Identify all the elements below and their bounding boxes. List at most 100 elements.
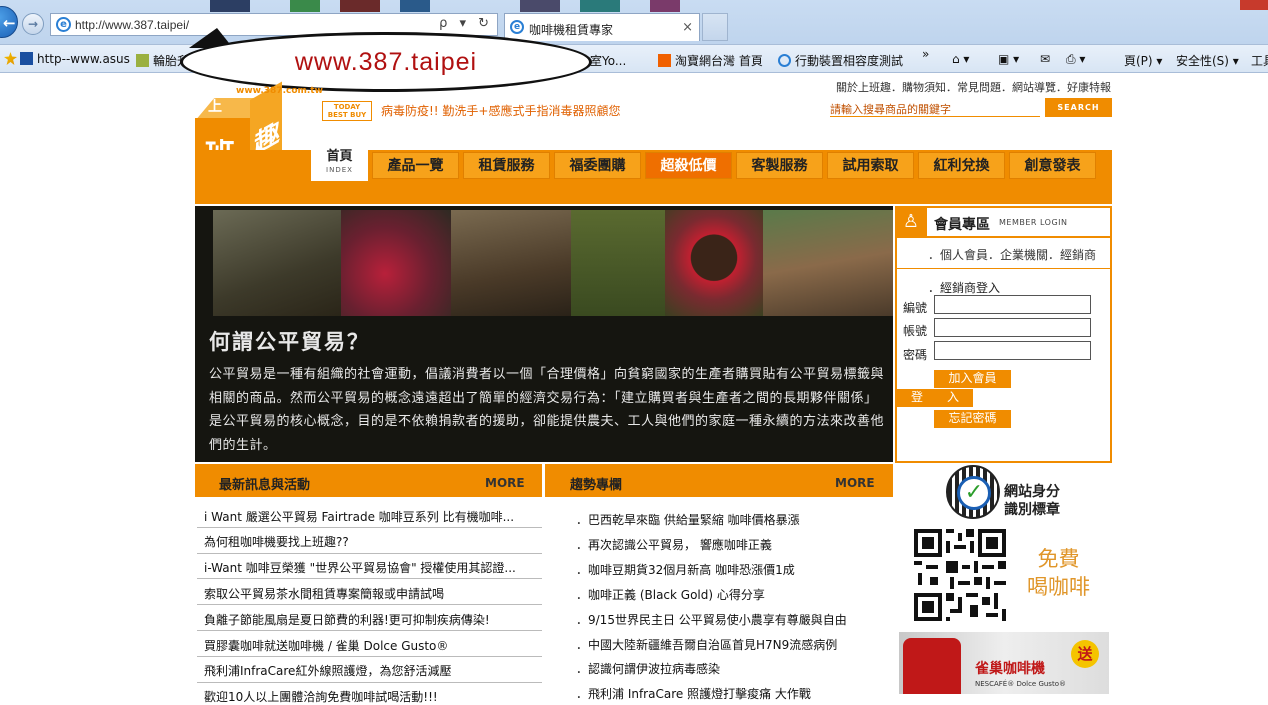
top-links[interactable]: 關於上班趣．購物須知．常見問題．網站導覽．好康特報	[836, 79, 1111, 95]
id-field[interactable]	[934, 295, 1091, 314]
news-item[interactable]: 買膠囊咖啡就送咖啡機 / 雀巢 Dolce Gusto®	[204, 637, 542, 654]
news-item[interactable]: 飛利浦InfraCare紅外線照護燈，為您舒活減壓	[204, 662, 542, 679]
nav-item-group-buy[interactable]: 福委團購	[554, 152, 641, 179]
back-button[interactable]: ←	[0, 6, 18, 38]
nav-home-label: 首頁	[326, 149, 353, 164]
free-coffee-ad[interactable]: 免費 喝咖啡	[1027, 545, 1090, 601]
news-item[interactable]: i Want 嚴選公平貿易 Fairtrade 咖啡豆系列 比有機咖啡...	[204, 508, 542, 525]
divider	[197, 578, 542, 579]
photo-farmer	[213, 210, 341, 316]
favorite-link[interactable]: 淘寶網台灣 首頁	[658, 52, 763, 69]
desktop-tile	[400, 0, 430, 12]
banner-photo-strip	[213, 210, 893, 320]
divider	[897, 268, 1110, 269]
favorites-more-icon[interactable]: »	[922, 47, 929, 61]
divider	[197, 682, 542, 683]
safety-menu[interactable]: 安全性(S) ▾	[1176, 52, 1239, 69]
feeds-icon[interactable]: ▣ ▾	[998, 52, 1019, 66]
banner-body: 公平貿易是一種有組織的社會運動，倡議消費者以一個「合理價格」向貧窮國家的生產者購…	[209, 367, 885, 453]
window-close-control[interactable]	[1240, 0, 1268, 10]
nav-item-products[interactable]: 產品一覽	[372, 152, 459, 179]
trend-item[interactable]: ．9/15世界民主日 公平貿易使小農享有尊嚴與自由	[576, 611, 847, 628]
trend-item[interactable]: ．中國大陸新疆維吾爾自治區首見H7N9流感病例	[576, 636, 837, 653]
tab-active[interactable]: e 咖啡機租賃專家 ×	[504, 13, 700, 41]
desktop-tile	[210, 0, 250, 12]
nav-item-low-price[interactable]: 超殺低價	[645, 152, 732, 179]
address-tools[interactable]: ρ ▾ ↻	[439, 16, 493, 31]
member-types[interactable]: ．個人會員．企業機關．經銷商	[928, 246, 1096, 263]
trend-item[interactable]: ．認識何謂伊波拉病毒感染	[576, 660, 720, 677]
search-button[interactable]: SEARCH	[1045, 98, 1112, 117]
photo-picker	[451, 210, 571, 316]
member-icon: ♙	[895, 206, 927, 238]
nav-item-trial[interactable]: 試用索取	[827, 152, 914, 179]
desktop-tile	[580, 0, 620, 12]
url-text[interactable]: http://www.387.taipei/	[75, 18, 189, 32]
favorite-link[interactable]: http--www.asus	[20, 52, 130, 66]
nescafe-brand: 雀巢咖啡機	[975, 661, 1045, 677]
member-title: 會員專區	[934, 217, 990, 233]
nav-item-custom[interactable]: 客製服務	[736, 152, 823, 179]
promo-text[interactable]: 病毒防疫!! 勤洗手+感應式手指消毒器照顧您	[381, 102, 621, 119]
account-field[interactable]	[934, 318, 1091, 337]
nav-item-rental[interactable]: 租賃服務	[463, 152, 550, 179]
news-more-link[interactable]: MORE	[485, 476, 525, 490]
trend-item[interactable]: ．咖啡豆期貨32個月新高 咖啡恐漲價1成	[576, 561, 795, 578]
divider	[926, 236, 1110, 238]
member-subtitle: MEMBER LOGIN	[999, 218, 1068, 227]
trends-more-link[interactable]: MORE	[835, 476, 875, 490]
news-item[interactable]: 負離子節能風扇是夏日節費的利器!更可抑制疾病傳染!	[204, 611, 542, 628]
field-label-id: 編號	[903, 301, 928, 315]
search-input[interactable]: 請輸入搜尋商品的關鍵字	[830, 99, 1040, 117]
address-row: ← → e http://www.387.taipei/ ρ ▾ ↻ e 咖啡機…	[0, 0, 1268, 44]
news-item[interactable]: 為何租咖啡機要找上班趣??	[204, 533, 542, 550]
close-tab-icon[interactable]: ×	[682, 20, 693, 35]
print-icon[interactable]: ⎙ ▾	[1066, 52, 1085, 67]
join-button[interactable]: 加入會員	[934, 370, 1011, 388]
forward-button[interactable]: →	[22, 13, 44, 35]
news-item[interactable]: 索取公平貿易茶水間租賃專案簡報或申請試喝	[204, 585, 542, 602]
nav-item-bonus[interactable]: 紅利兌換	[918, 152, 1005, 179]
nav-home[interactable]: 首頁 INDEX	[311, 143, 368, 181]
divider	[197, 527, 542, 528]
checkmark-icon: ✓	[957, 476, 991, 510]
taobao-icon	[658, 54, 671, 67]
leaf-icon	[136, 54, 149, 67]
ie-icon: e	[510, 20, 524, 34]
trend-item[interactable]: ．再次認識公平貿易， 響應咖啡正義	[576, 536, 772, 553]
nescafe-sub: NESCAFÉ® Dolce Gusto®	[975, 680, 1066, 688]
mail-icon[interactable]: ✉	[1040, 52, 1050, 66]
trend-item[interactable]: ．巴西乾旱來臨 供給量緊縮 咖啡價格暴漲	[576, 511, 800, 528]
nav-item-creative[interactable]: 創意發表	[1009, 152, 1096, 179]
photo-woman	[665, 210, 763, 316]
fair-trade-banner[interactable]: 何謂公平貿易？ 公平貿易是一種有組織的社會運動，倡議消費者以一個「合理價格」向貧…	[195, 206, 893, 462]
desktop-tile	[290, 0, 320, 12]
desktop-tile	[340, 0, 380, 12]
trend-item[interactable]: ．飛利浦 InfraCare 照護燈打擊痠痛 大作戰	[576, 685, 811, 702]
divider	[197, 630, 542, 631]
news-item[interactable]: 歡迎10人以上團體洽詢免費咖啡試喝活動!!!	[204, 688, 542, 705]
trend-item[interactable]: ．咖啡正義 (Black Gold) 心得分享	[576, 586, 765, 603]
logo-url: www.387.com.tw	[236, 86, 323, 96]
new-tab-button[interactable]	[702, 13, 728, 41]
url-callout-text: www.387.taipei	[294, 48, 478, 76]
login-button[interactable]: 登 入	[897, 389, 973, 407]
favorite-link[interactable]: 行動裝置相容度測試	[778, 52, 903, 69]
home-icon[interactable]: ⌂ ▾	[952, 52, 969, 66]
field-label-account: 帳號	[903, 324, 928, 338]
qr-code-icon[interactable]	[914, 529, 1006, 621]
tab-title: 咖啡機租賃專家	[529, 23, 614, 37]
photo-children	[763, 210, 893, 316]
asus-icon	[20, 52, 33, 65]
logo-char: 上	[208, 99, 222, 115]
trust-seal-label: 網站身分 識別標章	[1004, 484, 1060, 518]
news-item[interactable]: i-Want 咖啡豆榮獲 "世界公平貿易協會" 授權使用其認證...	[204, 559, 542, 576]
page-menu[interactable]: 頁(P) ▾	[1124, 52, 1162, 69]
forgot-password-button[interactable]: 忘記密碼	[934, 410, 1011, 428]
password-field[interactable]	[934, 341, 1091, 360]
field-label-password: 密碼	[903, 348, 928, 362]
favorites-star-icon[interactable]	[4, 52, 21, 66]
nescafe-ad-banner[interactable]: 雀巢咖啡機 NESCAFÉ® Dolce Gusto® 送	[899, 632, 1109, 694]
ie-icon: e	[56, 17, 71, 32]
tools-menu[interactable]: 工具	[1251, 52, 1268, 69]
